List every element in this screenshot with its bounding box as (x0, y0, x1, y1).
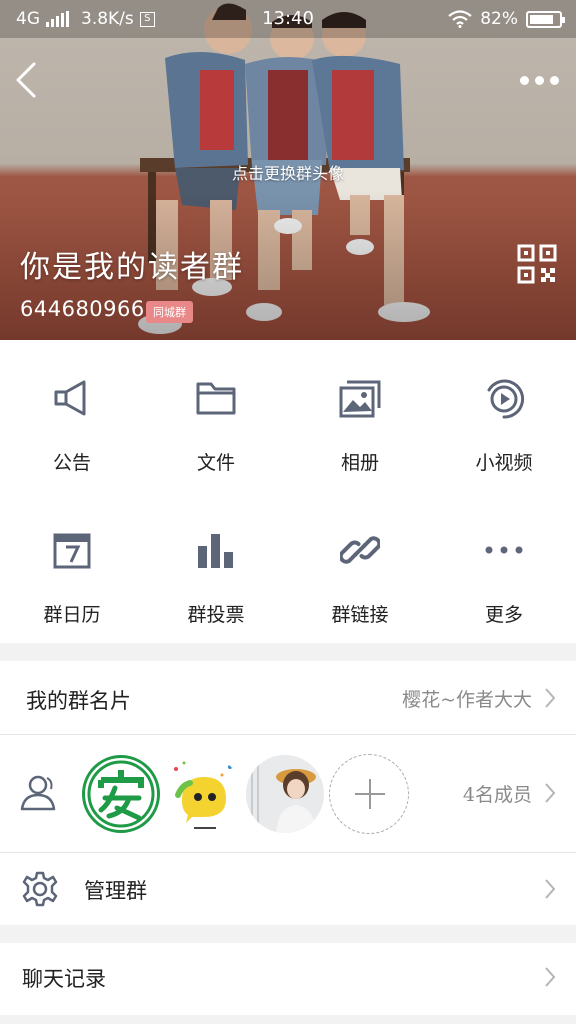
chevron-right-icon (545, 688, 556, 708)
chat-history-row[interactable]: 聊天记录 (0, 943, 576, 1015)
chat-bubble-emoji-icon (174, 761, 232, 829)
grid-item-album[interactable]: 相册 (288, 340, 432, 490)
grid-item-files[interactable]: 文件 (144, 340, 288, 490)
grid-label-link: 群链接 (331, 604, 389, 626)
group-name: 你是我的读者群 (20, 250, 244, 285)
member-avatar[interactable] (164, 755, 242, 833)
grid-label-calendar: 群日历 (43, 604, 101, 626)
battery-icon (526, 10, 565, 28)
dot-icon (550, 75, 559, 85)
grid-label-announcement: 公告 (52, 452, 91, 474)
wifi-icon (448, 10, 472, 28)
gear-icon (22, 871, 58, 907)
city-group-tag: 同城群 (146, 301, 193, 323)
member-photo (246, 755, 324, 833)
change-avatar-hint[interactable]: 点击更换群头像 (0, 160, 576, 184)
album-icon (339, 380, 381, 418)
grid-label-files: 文件 (196, 452, 235, 474)
member-avatar[interactable] (246, 755, 324, 833)
more-icon (485, 546, 523, 554)
more-options-button[interactable] (520, 70, 562, 90)
dot-icon (535, 75, 544, 85)
back-button[interactable] (12, 60, 42, 100)
my-group-card-value: 樱花~作者大大 (402, 689, 532, 711)
announcement-icon (54, 380, 86, 416)
manage-group-label: 管理群 (84, 879, 147, 903)
grid-label-poll: 群投票 (187, 604, 245, 626)
safety-logo-icon (87, 760, 155, 828)
link-icon (340, 536, 380, 564)
dot-icon (520, 75, 529, 85)
member-count: 4名成员 (462, 784, 532, 806)
chevron-right-icon (545, 879, 556, 899)
grid-item-poll[interactable]: 群投票 (144, 492, 288, 642)
chevron-right-icon (545, 967, 556, 987)
status-bar: 4G 3.8K/s S 13:40 82% (0, 0, 576, 38)
grid-item-more[interactable]: 更多 (432, 492, 576, 642)
grid-label-more: 更多 (484, 604, 523, 626)
chat-history-label: 聊天记录 (22, 967, 106, 991)
add-member-button[interactable] (329, 754, 409, 834)
status-right: 82% (448, 9, 565, 29)
grid-label-album: 相册 (340, 452, 379, 474)
battery-fill (530, 14, 553, 24)
members-icon (20, 775, 56, 811)
battery-percent: 82% (480, 9, 518, 29)
grid-item-calendar[interactable]: 群日历 (0, 492, 144, 642)
member-avatar[interactable] (82, 755, 160, 833)
video-icon (487, 379, 525, 419)
group-id: 644680966 (20, 297, 145, 321)
poll-icon (198, 534, 233, 568)
grid-item-short-video[interactable]: 小视频 (432, 340, 576, 490)
grid-item-announcement[interactable]: 公告 (0, 340, 144, 490)
members-row[interactable]: 4名成员 (0, 735, 576, 852)
calendar-icon (53, 533, 91, 569)
grid-item-link[interactable]: 群链接 (288, 492, 432, 642)
qr-code-icon[interactable] (517, 244, 557, 284)
my-group-card-label: 我的群名片 (26, 689, 131, 713)
function-grid: 公告 文件 相册 小视频 群日历 群投票 群链接 更多 (0, 340, 576, 643)
manage-group-row[interactable]: 管理群 (0, 853, 576, 925)
folder-icon (196, 382, 236, 415)
group-header: 4G 3.8K/s S 13:40 82% 点击更换群头像 你是我的读者群 64 (0, 0, 576, 340)
chevron-right-icon (545, 783, 556, 803)
grid-label-short-video: 小视频 (475, 452, 533, 474)
my-group-card-row[interactable]: 我的群名片 樱花~作者大大 (0, 661, 576, 734)
